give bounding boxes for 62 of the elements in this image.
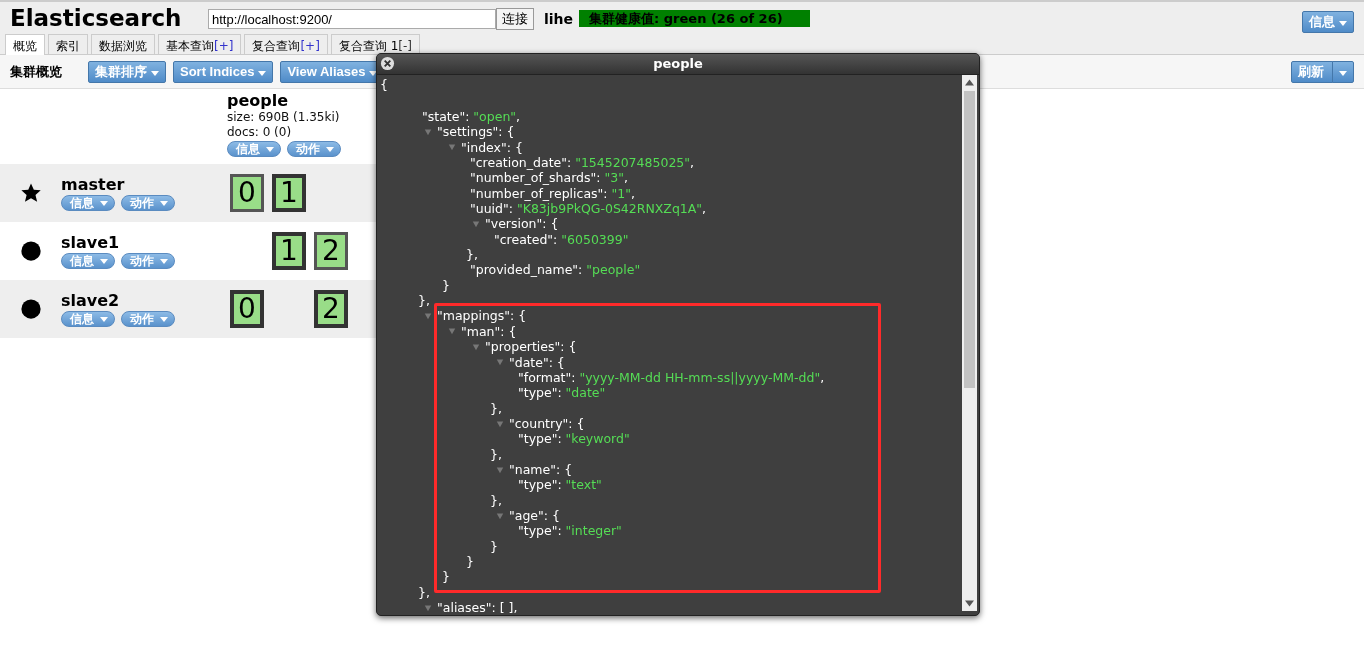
json-value: "integer" (565, 523, 622, 539)
json-line: "properties": { (485, 339, 577, 355)
json-line: }, (490, 492, 502, 508)
json-line: } (442, 569, 450, 585)
json-value: "3" (604, 170, 624, 186)
json-punctuation: , (630, 185, 635, 202)
index-name: people (227, 92, 290, 110)
json-line: } (466, 553, 474, 570)
json-punctuation: , (702, 201, 707, 217)
cluster-health-badge: 集群健康值: green (26 of 26) (579, 10, 811, 27)
json-key: "state": (422, 109, 474, 125)
json-line: }, (466, 247, 478, 263)
section-title: 集群概览 (10, 62, 63, 81)
json-key: "creation_date": (470, 155, 576, 171)
json-key: "type": (518, 523, 566, 539)
json-value: "open" (473, 109, 517, 125)
json-key: "provided_name": (470, 262, 587, 278)
json-key: "type": (518, 431, 566, 447)
json-line: "settings": { (437, 124, 515, 140)
json-punctuation: , (820, 369, 825, 386)
json-punctuation: , (516, 109, 521, 125)
json-value: "1" (611, 185, 631, 202)
index-size: size: 690B (1.35ki) (227, 110, 341, 125)
json-line: }, (490, 446, 502, 462)
json-value: "6050399" (561, 231, 629, 248)
json-key: "created": (494, 231, 562, 248)
json-value: "keyword" (565, 431, 630, 447)
json-key: "number_of_replicas": (470, 185, 612, 202)
json-value: "yyyy-MM-dd HH-mm-ss||yyyy-MM-dd" (579, 369, 821, 386)
node-name: master (61, 175, 126, 194)
json-line: } (490, 538, 498, 554)
json-key: "type": (518, 477, 566, 493)
json-line: "man": { (461, 323, 517, 340)
json-line: } (442, 277, 450, 294)
dialog-title: people (377, 54, 979, 75)
cluster-name: lihe (544, 11, 574, 27)
node-name: slave2 (61, 291, 121, 310)
json-line: "age": { (509, 507, 560, 524)
json-key: "number_of_shards": (470, 170, 605, 186)
json-line: }, (418, 584, 430, 600)
json-line: "index": { (461, 139, 523, 156)
json-line: "mappings": { (437, 308, 527, 324)
json-line: "name": { (509, 461, 573, 478)
json-line: }, (418, 293, 430, 309)
node-name: slave1 (61, 233, 121, 252)
json-key: "uuid": (470, 201, 517, 217)
json-key: "type": (518, 385, 566, 401)
app-title: Elasticsearch (10, 4, 183, 32)
json-line: "aliases": [ ], (437, 600, 518, 615)
json-punctuation: , (690, 155, 695, 171)
json-punctuation: , (623, 170, 628, 186)
json-line: "date": { (509, 354, 565, 370)
json-value: "date" (565, 385, 606, 401)
json-value: "people" (586, 262, 641, 278)
json-line: }, (490, 400, 502, 416)
json-value: "1545207485025" (575, 155, 691, 171)
json-line: "country": { (509, 415, 585, 432)
index-docs: docs: 0 (0) (227, 125, 293, 140)
json-value: "K83jb9PkQG-0S42RNXZq1A" (516, 201, 703, 217)
json-value: "text" (565, 477, 602, 493)
json-key: "format": (518, 369, 580, 386)
json-line: "version": { (485, 216, 559, 232)
